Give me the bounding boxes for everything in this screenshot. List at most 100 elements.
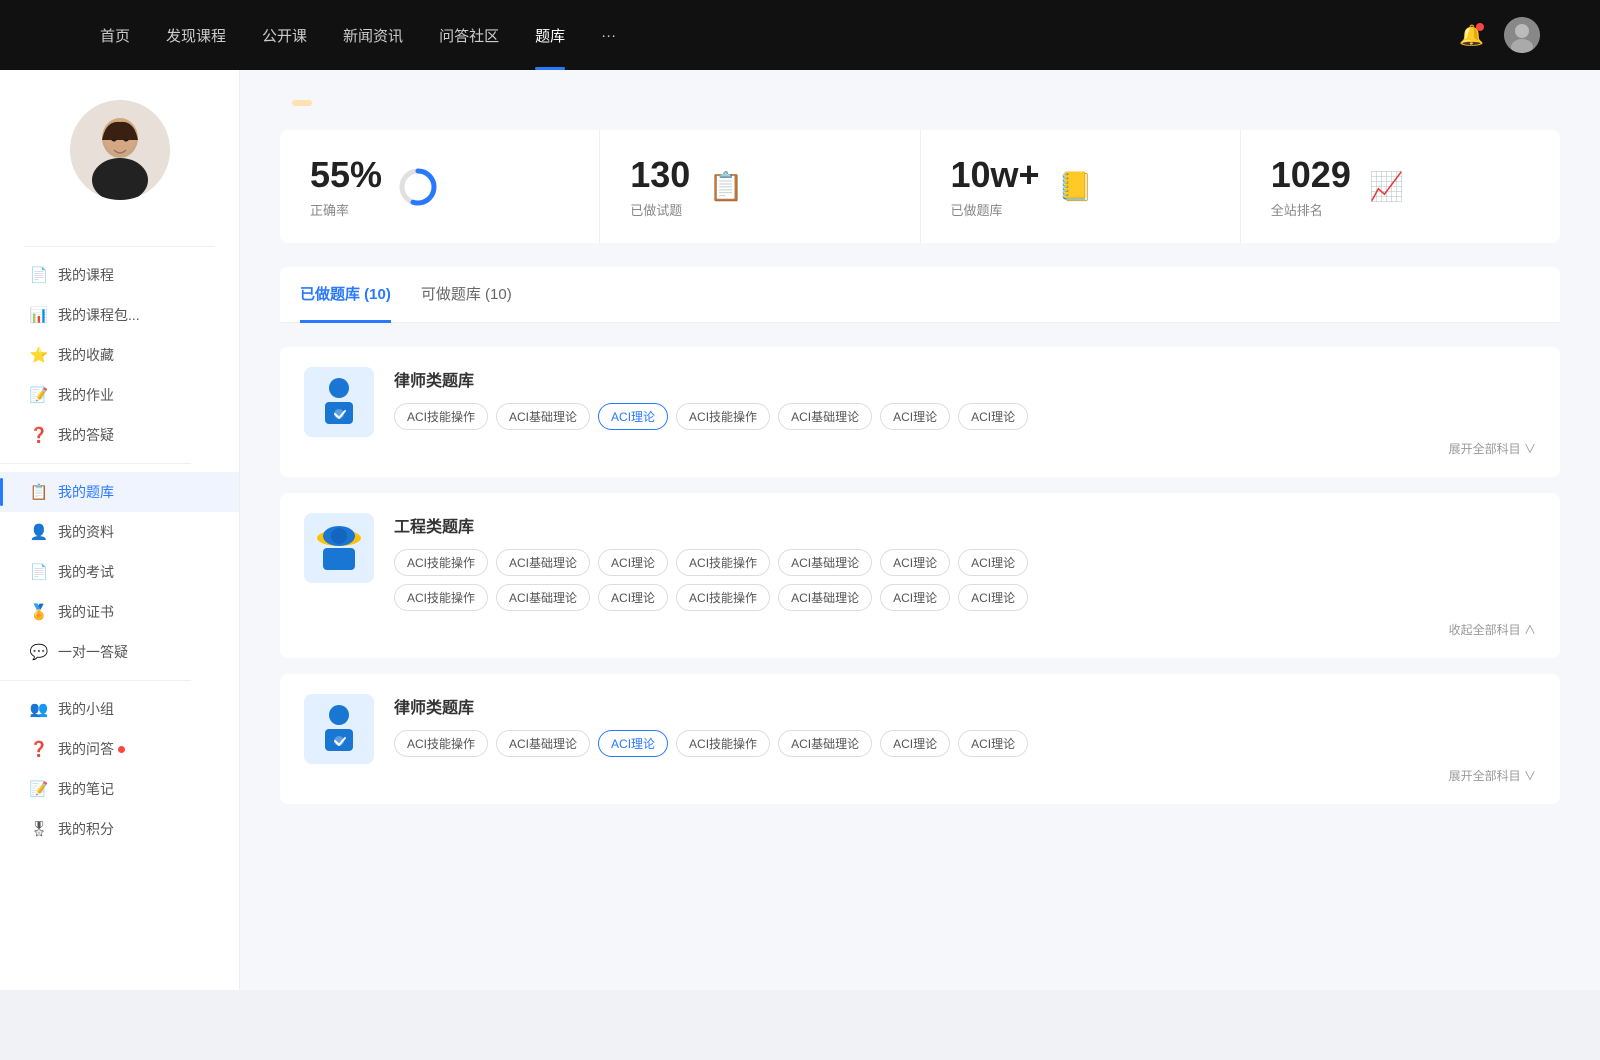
qbank-tag-0-0-6[interactable]: ACI理论: [958, 403, 1028, 430]
sidebar-label-9: 一对一答疑: [58, 642, 128, 662]
qbank-body-0: 律师类题库 ACI技能操作 ACI基础理论 ACI理论 ACI技能操作 ACI基础理论 A…: [394, 367, 1536, 457]
sidebar-item-0[interactable]: 📄 我的课程: [0, 255, 239, 295]
sidebar-item-11[interactable]: ❓ 我的问答: [0, 729, 239, 769]
sidebar-label-10: 我的小组: [58, 699, 114, 719]
user-avatar[interactable]: [1504, 17, 1540, 53]
sidebar-item-10[interactable]: 👥 我的小组: [0, 689, 239, 729]
qbank-icon-1: [304, 513, 374, 583]
navbar-item-首页[interactable]: 首页: [100, 25, 130, 46]
qbank-tag-1-7-0[interactable]: ACI技能操作: [394, 584, 488, 611]
stat-value-1: 130: [630, 154, 690, 196]
sidebar-item-8[interactable]: 🏅 我的证书: [0, 592, 239, 632]
qbank-tag-1-7-1[interactable]: ACI基础理论: [496, 584, 590, 611]
stat-value-2: 10w+: [951, 154, 1040, 196]
sidebar-item-6[interactable]: 👤 我的资料: [0, 512, 239, 552]
pie-chart: [398, 167, 438, 207]
qbank-card-1: 工程类题库 ACI技能操作ACI基础理论ACI理论ACI技能操作ACI基础理论A…: [280, 493, 1560, 658]
page-layout: 📄 我的课程 📊 我的课程包... ⭐ 我的收藏 📝 我的作业 ❓ 我的答疑 📋…: [0, 70, 1600, 990]
qbank-title-2: 律师类题库: [394, 694, 1536, 718]
page-title-row: [280, 100, 1560, 106]
qbank-tag-0-0-4[interactable]: ACI基础理论: [778, 403, 872, 430]
stat-value-0: 55%: [310, 154, 382, 196]
qbank-tag-0-0-0[interactable]: ACI技能操作: [394, 403, 488, 430]
stat-item-2: 10w+ 已做题库 📒: [921, 130, 1241, 243]
sidebar-item-5[interactable]: 📋 我的题库: [0, 472, 239, 512]
navbar-item-新闻资讯[interactable]: 新闻资讯: [343, 25, 403, 46]
navbar-item-发现课程[interactable]: 发现课程: [166, 25, 226, 46]
sidebar-label-6: 我的资料: [58, 522, 114, 542]
qbank-tag-2-0-6[interactable]: ACI理论: [958, 730, 1028, 757]
qbank-expand-1[interactable]: 收起全部科目 ∧: [394, 621, 1536, 638]
sidebar-icon-10: 👥: [30, 700, 48, 718]
stat-item-3: 1029 全站排名 📈: [1241, 130, 1560, 243]
qbank-tag-1-7-4[interactable]: ACI基础理论: [778, 584, 872, 611]
navbar-item-问答社区[interactable]: 问答社区: [439, 25, 499, 46]
qbank-title-0: 律师类题库: [394, 367, 1536, 391]
qbank-tag-1-0-6[interactable]: ACI理论: [958, 549, 1028, 576]
tabs-row: 已做题库 (10) 可做题库 (10): [280, 267, 1560, 323]
notebook-icon: 📋: [706, 167, 746, 207]
sidebar-item-2[interactable]: ⭐ 我的收藏: [0, 335, 239, 375]
qbank-tag-1-0-4[interactable]: ACI基础理论: [778, 549, 872, 576]
navbar-item-题库[interactable]: 题库: [535, 25, 565, 46]
qbank-tag-2-0-2[interactable]: ACI理论: [598, 730, 668, 757]
sidebar-icon-5: 📋: [30, 483, 48, 501]
qbank-tag-1-0-0[interactable]: ACI技能操作: [394, 549, 488, 576]
qbank-tag-0-0-1[interactable]: ACI基础理论: [496, 403, 590, 430]
qbank-tag-2-0-0[interactable]: ACI技能操作: [394, 730, 488, 757]
qbank-tag-1-7-5[interactable]: ACI理论: [880, 584, 950, 611]
sidebar-item-4[interactable]: ❓ 我的答疑: [0, 415, 239, 455]
sidebar-item-7[interactable]: 📄 我的考试: [0, 552, 239, 592]
qbank-tag-2-0-3[interactable]: ACI技能操作: [676, 730, 770, 757]
qbank-tag-1-0-5[interactable]: ACI理论: [880, 549, 950, 576]
sidebar-icon-4: ❓: [30, 426, 48, 444]
qbank-tag-1-7-2[interactable]: ACI理论: [598, 584, 668, 611]
navbar-item-···[interactable]: ···: [601, 27, 616, 44]
main-content: 55% 正确率 130 已做试题 📋 10w+ 已做题库 📒 1029 全站排名…: [240, 70, 1600, 990]
trial-badge: [292, 100, 312, 106]
stat-number-1: 130 已做试题: [630, 154, 690, 219]
qbank-tag-1-0-3[interactable]: ACI技能操作: [676, 549, 770, 576]
navbar-item-公开课[interactable]: 公开课: [262, 25, 307, 46]
qbank-tag-1-7-6[interactable]: ACI理论: [958, 584, 1028, 611]
sidebar-item-13[interactable]: 🎖 我的积分: [0, 809, 239, 849]
tab-1[interactable]: 可做题库 (10): [421, 267, 512, 323]
stat-value-3: 1029: [1271, 154, 1351, 196]
qbank-body-1: 工程类题库 ACI技能操作ACI基础理论ACI理论ACI技能操作ACI基础理论A…: [394, 513, 1536, 638]
qbank-tag-1-0-2[interactable]: ACI理论: [598, 549, 668, 576]
qbank-tag-0-0-5[interactable]: ACI理论: [880, 403, 950, 430]
sidebar-divider-top: [24, 246, 215, 247]
sidebar-item-3[interactable]: 📝 我的作业: [0, 375, 239, 415]
sidebar-divider-9: [0, 680, 191, 681]
sidebar-icon-2: ⭐: [30, 346, 48, 364]
sidebar-icon-7: 📄: [30, 563, 48, 581]
sidebar-item-9[interactable]: 💬 一对一答疑: [0, 632, 239, 672]
sidebar-item-1[interactable]: 📊 我的课程包...: [0, 295, 239, 335]
qbank-tag-1-0-1[interactable]: ACI基础理论: [496, 549, 590, 576]
qbank-tag-0-0-2[interactable]: ACI理论: [598, 403, 668, 430]
navbar: 首页 发现课程 公开课 新闻资讯 问答社区 题库 ··· 🔔: [0, 0, 1600, 70]
qbank-tag-0-0-3[interactable]: ACI技能操作: [676, 403, 770, 430]
tab-0[interactable]: 已做题库 (10): [300, 267, 391, 323]
navbar-right: 🔔: [1439, 17, 1560, 53]
sidebar-icon-9: 💬: [30, 643, 48, 661]
qbank-tag-2-0-5[interactable]: ACI理论: [880, 730, 950, 757]
qbank-icon-2: [304, 694, 374, 764]
qbank-tag-2-0-1[interactable]: ACI基础理论: [496, 730, 590, 757]
sidebar-label-4: 我的答疑: [58, 425, 114, 445]
sidebar-label-7: 我的考试: [58, 562, 114, 582]
qbank-tag-1-7-3[interactable]: ACI技能操作: [676, 584, 770, 611]
stat-label-1: 已做试题: [630, 200, 690, 219]
stat-item-1: 130 已做试题 📋: [600, 130, 920, 243]
sidebar-item-12[interactable]: 📝 我的笔记: [0, 769, 239, 809]
notification-bell[interactable]: 🔔: [1459, 23, 1484, 48]
qbank-expand-2[interactable]: 展开全部科目 ∨: [394, 767, 1536, 784]
sidebar-label-3: 我的作业: [58, 385, 114, 405]
qbank-tag-2-0-4[interactable]: ACI基础理论: [778, 730, 872, 757]
sidebar-menu: 📄 我的课程 📊 我的课程包... ⭐ 我的收藏 📝 我的作业 ❓ 我的答疑 📋…: [0, 255, 239, 849]
qbank-expand-0[interactable]: 展开全部科目 ∨: [394, 440, 1536, 457]
sidebar-label-11: 我的问答: [58, 739, 114, 759]
tag-row-1-7: ACI技能操作 ACI基础理论 ACI理论 ACI技能操作 ACI基础理论 ACI理论 AC…: [394, 584, 1536, 611]
sidebar-avatar: [70, 100, 170, 200]
sidebar-label-5: 我的题库: [58, 482, 114, 502]
